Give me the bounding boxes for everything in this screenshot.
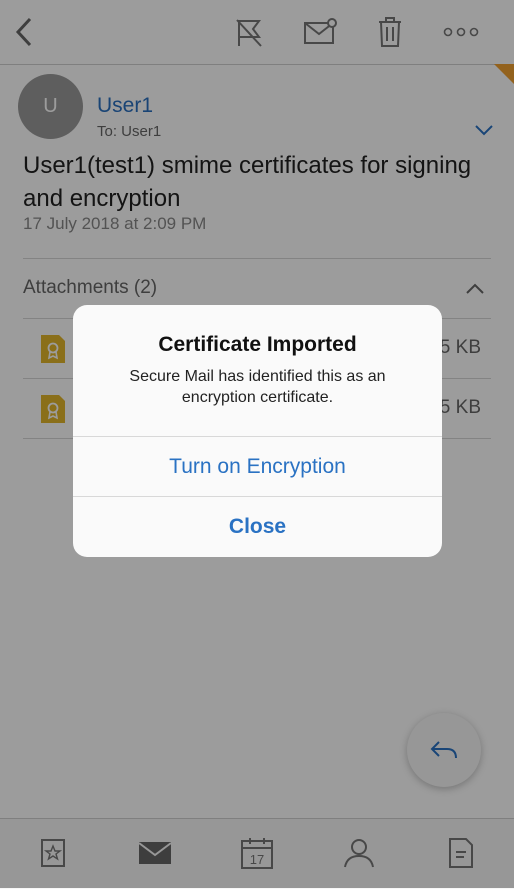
certificate-alert-dialog: Certificate Imported Secure Mail has ide… xyxy=(73,305,442,557)
dialog-message: Secure Mail has identified this as an en… xyxy=(129,368,386,406)
dialog-title: Certificate Imported xyxy=(158,333,357,356)
turn-on-encryption-button[interactable]: Turn on Encryption xyxy=(73,437,442,497)
email-screen: U User1 To: User1 User1(test1) smime cer… xyxy=(0,0,514,889)
close-button[interactable]: Close xyxy=(73,497,442,557)
